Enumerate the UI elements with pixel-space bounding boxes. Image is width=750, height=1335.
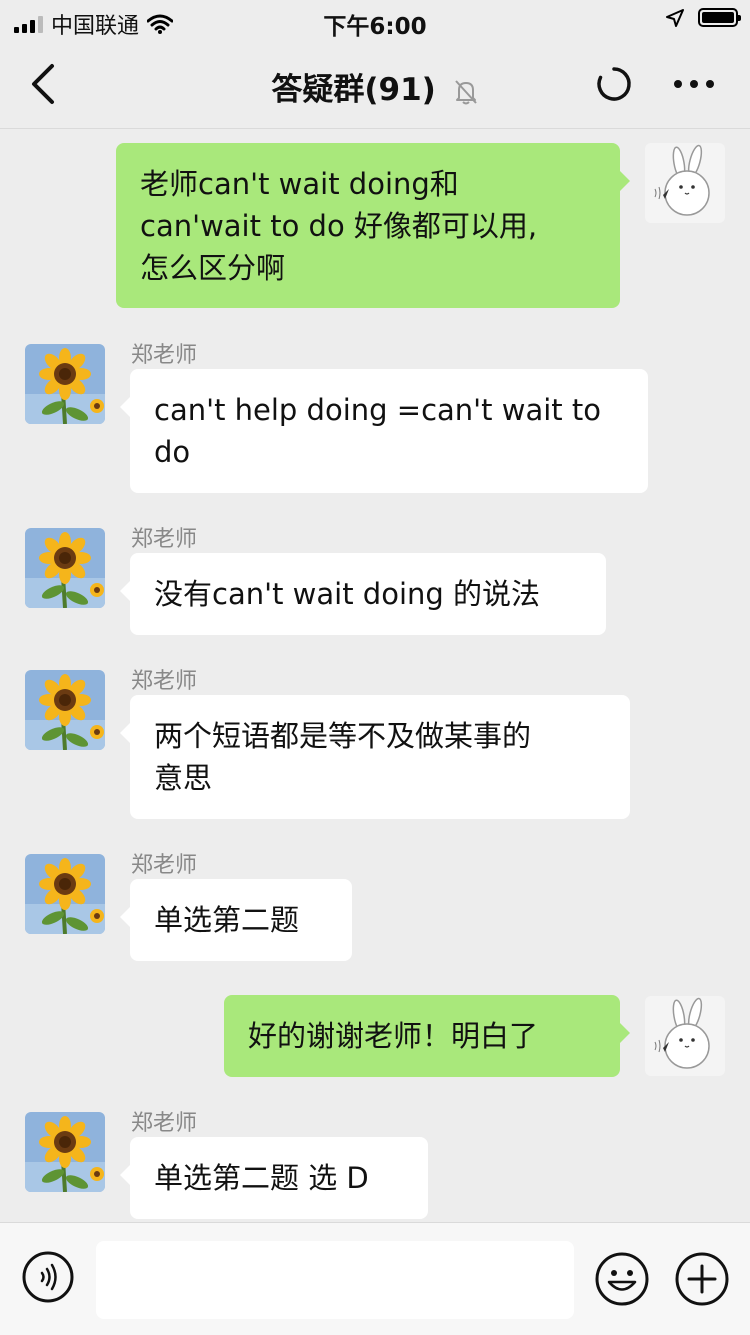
sender-name: 郑老师 bbox=[131, 527, 198, 552]
message-bubble-incoming[interactable]: 单选第二题 bbox=[120, 879, 352, 961]
message-bubble-outgoing[interactable]: 老师can't wait doing和 can'wait to do 好像都可以… bbox=[116, 143, 630, 308]
self-avatar[interactable] bbox=[645, 996, 725, 1076]
chat-header: 答疑群(91) bbox=[0, 40, 750, 128]
teacher-avatar[interactable] bbox=[25, 344, 105, 424]
voice-icon[interactable] bbox=[22, 1251, 74, 1303]
header-divider bbox=[0, 128, 750, 129]
chat-title: 答疑群(91) bbox=[271, 72, 436, 108]
sender-name: 郑老师 bbox=[131, 343, 198, 368]
plus-icon[interactable] bbox=[674, 1251, 730, 1307]
message-input[interactable] bbox=[96, 1241, 574, 1319]
self-avatar[interactable] bbox=[645, 143, 725, 223]
teacher-avatar[interactable] bbox=[25, 1112, 105, 1192]
teacher-avatar[interactable] bbox=[25, 528, 105, 608]
message-bubble-incoming[interactable]: 没有can't wait doing 的说法 bbox=[120, 553, 606, 635]
battery-icon bbox=[698, 8, 741, 27]
message-bubble-incoming[interactable]: 单选第二题 选 D bbox=[120, 1137, 428, 1219]
clock: 下午6:00 bbox=[323, 14, 427, 40]
message-bubble-outgoing[interactable]: 好的谢谢老师！明白了 bbox=[224, 995, 630, 1077]
refresh-icon[interactable] bbox=[594, 64, 634, 104]
status-right bbox=[666, 8, 741, 27]
emoji-icon[interactable] bbox=[594, 1251, 650, 1307]
mute-bell-icon bbox=[454, 79, 477, 104]
more-icon[interactable] bbox=[672, 74, 716, 94]
sender-name: 郑老师 bbox=[131, 853, 198, 878]
input-bar bbox=[0, 1222, 750, 1335]
teacher-avatar[interactable] bbox=[25, 854, 105, 934]
sender-name: 郑老师 bbox=[131, 669, 198, 694]
sender-name: 郑老师 bbox=[131, 1111, 198, 1136]
status-bar: 中国联通 下午6:00 bbox=[0, 0, 750, 40]
location-arrow-icon bbox=[666, 8, 684, 27]
teacher-avatar[interactable] bbox=[25, 670, 105, 750]
chat-title-wrap: 答疑群(91) bbox=[0, 64, 750, 109]
message-bubble-incoming[interactable]: 两个短语都是等不及做某事的 意思 bbox=[120, 695, 630, 819]
message-bubble-incoming[interactable]: can't help doing =can't wait to do bbox=[120, 369, 648, 493]
